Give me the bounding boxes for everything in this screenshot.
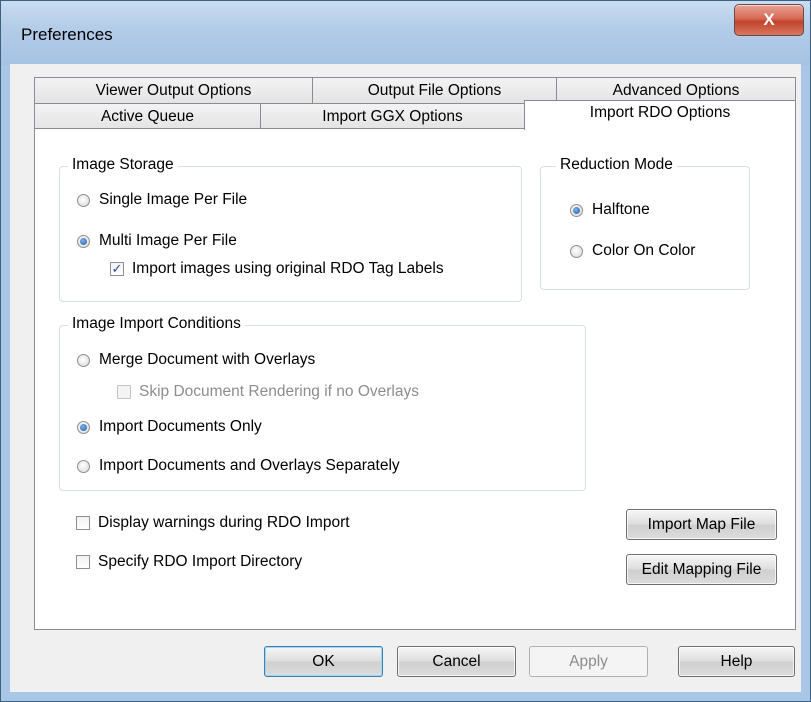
apply-button: Apply	[529, 646, 648, 677]
rdo-tag-labels-label: Import images using original RDO Tag Lab…	[132, 260, 444, 277]
halftone-radio[interactable]	[570, 203, 583, 217]
close-button[interactable]: X	[734, 4, 804, 36]
specify-directory-option[interactable]: Specify RDO Import Directory	[76, 553, 302, 571]
display-warnings-label: Display warnings during RDO Import	[98, 514, 350, 531]
import-documents-only-option[interactable]: Import Documents Only	[77, 418, 262, 436]
tab-label: Active Queue	[100, 108, 195, 125]
import-separately-label: Import Documents and Overlays Separately	[99, 457, 400, 474]
tab-viewer-output-options[interactable]: Viewer Output Options	[34, 77, 313, 104]
merge-document-option[interactable]: Merge Document with Overlays	[77, 351, 315, 369]
tab-import-ggx-options[interactable]: Import GGX Options	[260, 103, 525, 130]
specify-directory-label: Specify RDO Import Directory	[98, 553, 303, 570]
rdo-tag-labels-checkbox[interactable]: ✓	[110, 262, 124, 276]
edit-mapping-file-button[interactable]: Edit Mapping File	[626, 554, 777, 585]
multi-image-label: Multi Image Per File	[99, 232, 237, 249]
close-icon: X	[763, 10, 775, 29]
single-image-radio[interactable]	[77, 193, 90, 207]
import-rdo-options-panel: Image Storage Single Image Per File Mult…	[34, 128, 796, 630]
display-warnings-option[interactable]: Display warnings during RDO Import	[76, 514, 350, 532]
cancel-label: Cancel	[432, 652, 481, 670]
multi-image-per-file-option[interactable]: Multi Image Per File	[77, 232, 237, 250]
merge-document-radio[interactable]	[77, 353, 90, 367]
tab-import-rdo-options[interactable]: Import RDO Options	[524, 100, 796, 130]
color-on-color-radio[interactable]	[570, 244, 583, 258]
skip-rendering-label: Skip Document Rendering if no Overlays	[139, 383, 419, 400]
tab-label: Viewer Output Options	[95, 82, 252, 99]
title-bar[interactable]: Preferences X	[1, 1, 810, 65]
image-storage-title: Image Storage	[68, 156, 178, 174]
display-warnings-checkbox[interactable]	[76, 516, 90, 530]
import-documents-only-radio[interactable]	[77, 420, 90, 434]
halftone-label: Halftone	[592, 201, 650, 218]
tab-active-queue[interactable]: Active Queue	[34, 103, 261, 130]
skip-rendering-option: Skip Document Rendering if no Overlays	[117, 383, 419, 401]
import-map-file-button[interactable]: Import Map File	[626, 509, 777, 540]
tab-output-file-options[interactable]: Output File Options	[312, 77, 557, 104]
cancel-button[interactable]: Cancel	[397, 646, 516, 677]
color-on-color-label: Color On Color	[592, 242, 696, 259]
color-on-color-option[interactable]: Color On Color	[570, 242, 695, 260]
tab-label: Import RDO Options	[589, 104, 731, 121]
apply-label: Apply	[569, 652, 608, 670]
reduction-mode-title: Reduction Mode	[556, 156, 677, 174]
rdo-tag-labels-option[interactable]: ✓ Import images using original RDO Tag L…	[110, 260, 444, 278]
edit-mapping-file-label: Edit Mapping File	[641, 560, 762, 578]
tab-label: Output File Options	[367, 82, 502, 99]
window-frame-right	[802, 65, 810, 693]
skip-rendering-checkbox	[117, 385, 131, 399]
single-image-per-file-option[interactable]: Single Image Per File	[77, 191, 247, 209]
ok-label: OK	[312, 652, 335, 670]
image-import-conditions-title: Image Import Conditions	[68, 315, 245, 333]
single-image-label: Single Image Per File	[99, 191, 248, 208]
import-separately-radio[interactable]	[77, 459, 90, 473]
window-title: Preferences	[21, 25, 113, 44]
tab-label: Import GGX Options	[322, 108, 463, 125]
import-separately-option[interactable]: Import Documents and Overlays Separately	[77, 457, 400, 475]
halftone-option[interactable]: Halftone	[570, 201, 650, 219]
multi-image-radio[interactable]	[77, 234, 90, 248]
import-documents-only-label: Import Documents Only	[99, 418, 262, 435]
merge-document-label: Merge Document with Overlays	[99, 351, 316, 368]
ok-button[interactable]: OK	[264, 646, 383, 677]
specify-directory-checkbox[interactable]	[76, 555, 90, 569]
reduction-mode-group: Reduction Mode	[540, 156, 750, 290]
tab-label: Advanced Options	[612, 82, 740, 99]
import-map-file-label: Import Map File	[647, 515, 756, 533]
help-label: Help	[720, 652, 753, 670]
help-button[interactable]: Help	[678, 646, 795, 677]
